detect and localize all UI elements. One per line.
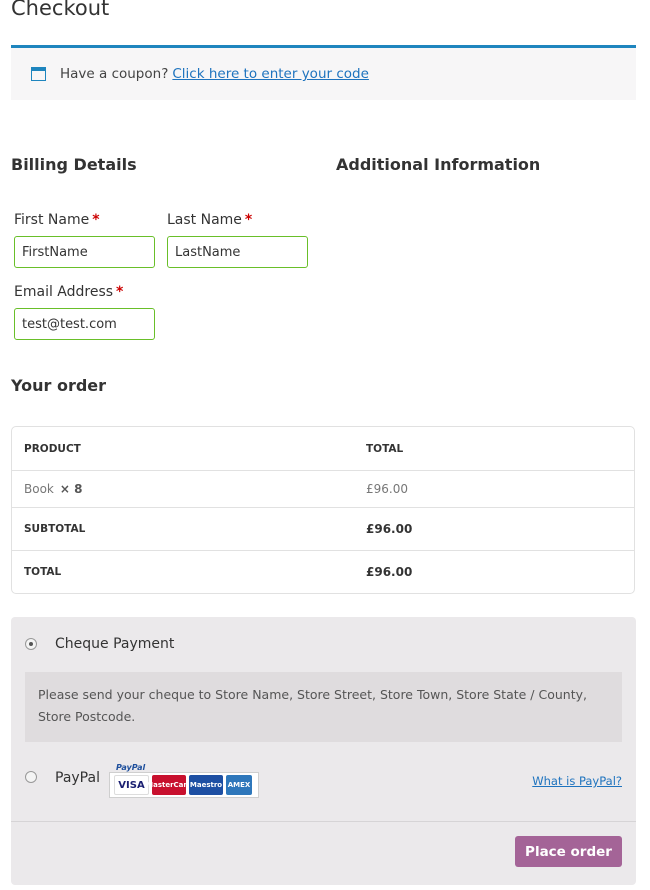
cheque-payment-description: Please send your cheque to Store Name, S… <box>25 672 622 742</box>
place-order-button[interactable]: Place order <box>515 836 622 867</box>
product-column-header: PRODUCT <box>24 442 81 455</box>
email-label: Email Address * <box>14 284 124 300</box>
email-input[interactable] <box>14 308 155 340</box>
what-is-paypal-link[interactable]: What is PayPal? <box>532 774 622 788</box>
paypal-radio[interactable] <box>25 771 37 783</box>
your-order-heading: Your order <box>11 376 107 395</box>
paypal-logo: PayPal <box>116 763 146 772</box>
order-table: PRODUCT TOTAL Book × 8 £96.00 SUBTOTAL £9… <box>11 426 635 594</box>
product-name: Book <box>24 482 54 496</box>
cheque-payment-radio[interactable] <box>25 638 37 650</box>
required-mark: * <box>92 212 100 228</box>
order-total-value: £96.00 <box>366 565 413 579</box>
order-table-header: PRODUCT TOTAL <box>12 427 634 470</box>
required-mark: * <box>244 212 253 228</box>
order-total-row: TOTAL £96.00 <box>12 550 634 593</box>
first-name-label: First Name * <box>14 212 100 228</box>
subtotal-label: SUBTOTAL <box>24 523 86 535</box>
amex-card-icon: AMEX <box>226 775 252 795</box>
required-mark: * <box>116 284 124 300</box>
paypal-label[interactable]: PayPal <box>55 770 100 786</box>
first-name-input[interactable] <box>14 236 155 268</box>
coupon-icon <box>31 67 46 81</box>
paypal-accepted-cards: PayPal VISA MasterCard Maestro AMEX <box>109 763 259 798</box>
cheque-payment-label[interactable]: Cheque Payment <box>55 636 174 652</box>
visa-card-icon: VISA <box>114 775 149 795</box>
total-column-header: TOTAL <box>366 442 404 455</box>
additional-info-heading: Additional Information <box>336 155 541 174</box>
last-name-label: Last Name * <box>167 212 253 228</box>
subtotal-row: SUBTOTAL £96.00 <box>12 507 634 550</box>
page-title: Checkout <box>11 0 110 20</box>
coupon-text: Have a coupon? <box>60 66 169 82</box>
billing-heading: Billing Details <box>11 155 137 174</box>
mastercard-card-icon: MasterCard <box>146 775 192 795</box>
enter-coupon-link[interactable]: Click here to enter your code <box>172 66 369 82</box>
product-quantity: × 8 <box>59 482 83 496</box>
last-name-input[interactable] <box>167 236 308 268</box>
maestro-card-icon: Maestro <box>189 775 223 795</box>
payment-divider <box>11 821 636 822</box>
coupon-notice: Have a coupon? Click here to enter your … <box>11 45 636 100</box>
table-row: Book × 8 £96.00 <box>12 470 634 507</box>
product-total: £96.00 <box>366 482 408 496</box>
payment-methods: Cheque Payment Please send your cheque t… <box>11 617 636 885</box>
subtotal-value: £96.00 <box>366 522 413 536</box>
order-total-label: TOTAL <box>24 566 62 578</box>
